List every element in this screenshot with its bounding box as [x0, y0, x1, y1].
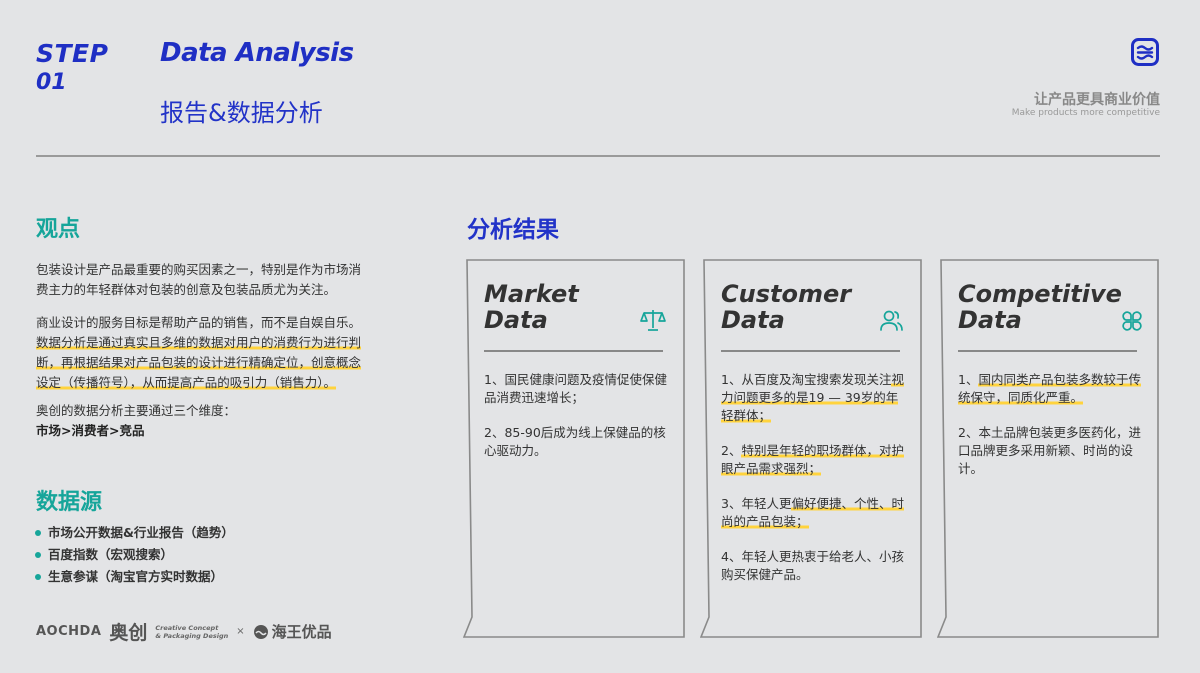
view-dimensions: 市场>消费者>竞品 — [36, 423, 145, 438]
sources-list: 市场公开数据&行业报告（趋势） 百度指数（宏观搜索） 生意参谋（淘宝官方实时数据… — [34, 522, 234, 588]
card-title: Competitive Data — [958, 281, 1122, 333]
list-item: 2、特别是年轻的职场群体，对护眼产品需求强烈； — [721, 443, 904, 476]
card-body: 1、从百度及淘宝搜索发现关注视力问题更多的是19 — 39岁的年轻群体； 2、特… — [721, 371, 904, 601]
footer-brand: 海王优品 — [253, 621, 332, 642]
menu-waves-icon[interactable] — [1131, 38, 1159, 66]
footer-aochda: AOCHDA — [36, 624, 102, 639]
view-paragraph-1: 包装设计是产品最重要的购买因素之一，特别是作为市场消费主力的年轻群体对包装的创意… — [36, 262, 362, 297]
list-item: 生意参谋（淘宝官方实时数据） — [34, 566, 234, 588]
card-divider — [484, 350, 663, 352]
card-title-line-2: Data — [721, 306, 785, 334]
header-divider — [36, 155, 1160, 157]
page-title-cn: 报告&数据分析 — [160, 99, 323, 127]
users-icon — [880, 310, 903, 331]
card-title-line-2: Data — [958, 306, 1022, 334]
sources-title: 数据源 — [36, 490, 103, 515]
list-item: 3、年轻人更偏好便捷、个性、时尚的产品包装； — [721, 496, 904, 529]
results-title: 分析结果 — [467, 217, 559, 243]
card-title: Market Data — [484, 281, 579, 333]
list-item: 市场公开数据&行业报告（趋势） — [34, 522, 234, 544]
tagline-cn: 让产品更具商业价值 — [1034, 92, 1160, 108]
brand-logo-icon — [253, 624, 268, 639]
card-title-line-2: Data — [484, 306, 548, 334]
card-title-line-1: Competitive — [958, 280, 1122, 308]
list-item: 百度指数（宏观搜索） — [34, 544, 234, 566]
card-body: 1、国内同类产品包装多数较于传统保守，同质化严重。 2、本土品牌包装更多医药化，… — [958, 371, 1141, 495]
card-title-line-1: Market — [484, 280, 579, 308]
tagline-en: Make products more competitive — [1011, 108, 1160, 118]
footer-tagline-1: Creative Concept — [155, 623, 219, 632]
footer-logos: AOCHDA 奥创 Creative Concept & Packaging D… — [36, 618, 332, 645]
view-paragraph-2-plain: 商业设计的服务目标是帮助产品的销售，而不是自娱自乐。 — [36, 315, 362, 330]
view-paragraph-2: 商业设计的服务目标是帮助产品的销售，而不是自娱自乐。数据分析是通过真实且多维的数… — [36, 313, 366, 393]
card-body: 1、国民健康问题及疫情促使保健品消费迅速增长； 2、85-90后成为线上保健品的… — [484, 371, 667, 477]
card-competitive-data: Competitive Data 1、国内同类产品包装多数较于传统保守，同质化严… — [937, 259, 1159, 641]
list-item: 1、国内同类产品包装多数较于传统保守，同质化严重。 — [958, 372, 1141, 405]
card-customer-data: Customer Data 1、从百度及淘宝搜索发现关注视力问题更多的是19 —… — [700, 259, 922, 641]
list-item: 1、从百度及淘宝搜索发现关注视力问题更多的是19 — 39岁的年轻群体； — [721, 372, 904, 423]
view-paragraph-3: 奥创的数据分析主要通过三个维度： 市场>消费者>竞品 — [36, 401, 366, 441]
footer-tagline-2: & Packaging Design — [155, 631, 229, 640]
card-divider — [721, 350, 900, 352]
step-number: 01 — [36, 70, 67, 95]
card-title-line-1: Customer — [721, 280, 852, 308]
scale-icon — [640, 310, 666, 331]
card-divider — [958, 350, 1137, 352]
list-item: 1、国民健康问题及疫情促使保健品消费迅速增长； — [484, 372, 667, 405]
page-title-en: Data Analysis — [160, 38, 354, 68]
footer-aochda-cn: 奥创 — [109, 622, 148, 644]
view-title: 观点 — [36, 217, 81, 242]
list-item: 2、本土品牌包装更多医药化，进口品牌更多采用新颖、时尚的设计。 — [958, 425, 1141, 476]
card-title: Customer Data — [721, 281, 851, 333]
footer-cross: × — [236, 626, 245, 637]
footer-tagline: Creative Concept & Packaging Design — [155, 624, 228, 640]
list-item: 2、85-90后成为线上保健品的核心驱动力。 — [484, 425, 666, 458]
view-paragraph-2-highlight: 数据分析是通过真实且多维的数据对用户的消费行为进行判断，再根据结果对产品包装的设… — [36, 335, 362, 390]
view-paragraph-3-text: 奥创的数据分析主要通过三个维度： — [36, 403, 237, 418]
card-market-data: Market Data 1、国民健康问题及疫情促使保健品消费迅速增长； 2、85… — [463, 259, 685, 641]
list-item: 4、年轻人更热衷于给老人、小孩购买保健产品。 — [721, 549, 904, 582]
footer-brand-name: 海王优品 — [271, 623, 332, 641]
step-label: STEP — [36, 39, 109, 68]
clover-icon — [1122, 311, 1142, 331]
